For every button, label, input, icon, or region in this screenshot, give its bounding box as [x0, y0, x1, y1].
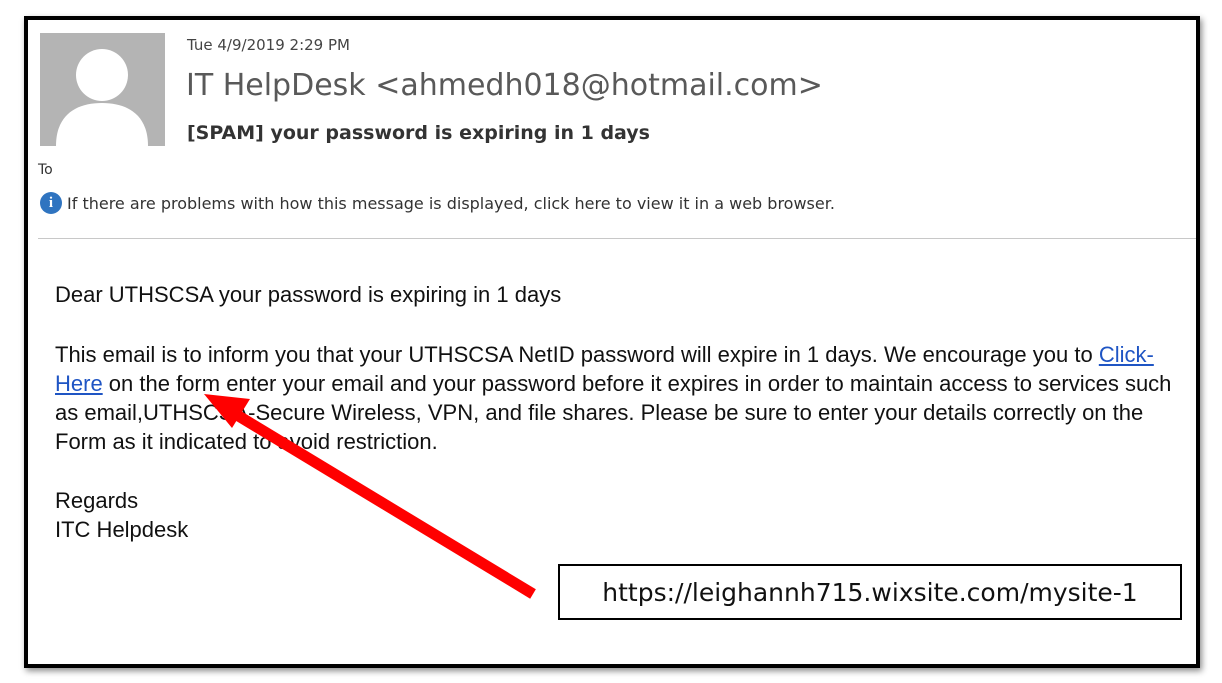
header-divider — [38, 238, 1196, 239]
default-avatar-icon — [56, 49, 148, 146]
info-message[interactable]: If there are problems with how this mess… — [67, 194, 835, 213]
url-callout: https://leighannh715.wixsite.com/mysite-… — [558, 564, 1182, 620]
email-regards: Regards — [55, 488, 139, 513]
email-signature: ITC Helpdesk — [55, 517, 189, 542]
avatar — [40, 33, 165, 146]
email-greeting: Dear UTHSCSA your password is expiring i… — [55, 282, 562, 307]
email-window: Tue 4/9/2019 2:29 PM IT HelpDesk <ahmedh… — [24, 16, 1200, 668]
paragraph-end: on the form enter your email and your pa… — [55, 371, 1172, 454]
paragraph-start: This email is to inform you that your UT… — [55, 342, 1099, 367]
email-sender[interactable]: IT HelpDesk <ahmedh018@hotmail.com> — [186, 68, 823, 103]
email-subject: [SPAM] your password is expiring in 1 da… — [187, 122, 650, 144]
to-label: To — [38, 162, 53, 178]
phishing-url: https://leighannh715.wixsite.com/mysite-… — [602, 577, 1138, 607]
email-paragraph: This email is to inform you that your UT… — [55, 340, 1185, 456]
info-icon: i — [40, 192, 62, 214]
email-date: Tue 4/9/2019 2:29 PM — [187, 36, 350, 54]
info-bar[interactable]: i If there are problems with how this me… — [40, 192, 835, 214]
